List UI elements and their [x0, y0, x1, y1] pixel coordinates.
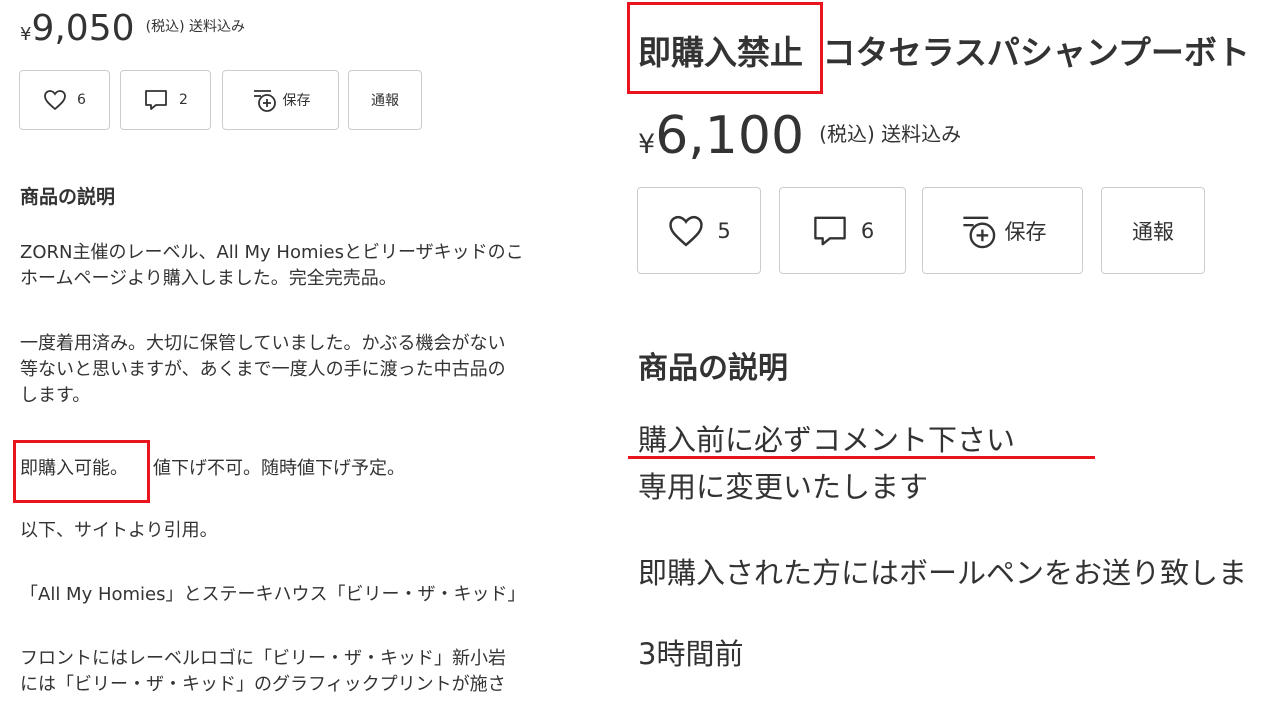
description-line: 以下、サイトより引用。	[20, 520, 218, 541]
title-text: コタセラスパシャンプーボト	[822, 33, 1250, 72]
price-amount: 9,050	[31, 8, 135, 49]
comment-button[interactable]: 2	[120, 70, 211, 130]
like-count: 5	[717, 218, 731, 243]
timestamp: 3時間前	[638, 637, 744, 671]
highlight-box	[13, 440, 150, 503]
price-amount: 6,100	[655, 106, 805, 166]
highlight-underline	[628, 456, 1095, 459]
description-line: には「ビリー・ザ・キッド」のグラフィックプリントが施さ	[20, 674, 506, 695]
save-button[interactable]: 保存	[222, 70, 339, 130]
save-label: 保存	[1004, 219, 1047, 244]
like-button[interactable]: 6	[19, 70, 110, 130]
like-count: 6	[77, 92, 86, 108]
description-line: します。	[20, 385, 91, 406]
currency-symbol: ¥	[20, 24, 32, 45]
comment-icon	[814, 216, 846, 245]
like-button[interactable]: 5	[637, 187, 761, 274]
left-listing-panel: ¥9,050 (税込) 送料込み 6 2 保存 通報 商品の説明 ZORN主催の…	[0, 0, 625, 720]
report-label: 通報	[371, 93, 399, 109]
report-button[interactable]: 通報	[1101, 187, 1205, 274]
price: ¥6,100 (税込) 送料込み	[638, 106, 961, 166]
heart-icon	[669, 215, 704, 247]
comment-count: 2	[179, 92, 188, 108]
save-label: 保存	[282, 93, 311, 109]
description-line: 一度着用済み。大切に保管していました。かぶる機会がない	[20, 333, 506, 354]
underlined-note: 購入前に必ずコメント下さい	[638, 423, 1016, 457]
tax-note: (税込) 送料込み	[819, 122, 962, 146]
price-note: 値下げ不可。随時値下げ予定。	[153, 458, 405, 479]
comment-icon	[145, 90, 167, 110]
price: ¥9,050 (税込) 送料込み	[20, 8, 245, 49]
currency-symbol: ¥	[638, 129, 656, 160]
description-line: 「All My Homies」とステーキハウス「ビリー・ザ・キッド」	[20, 584, 526, 605]
heart-icon	[44, 90, 66, 111]
description-line: ホームページより購入しました。完全完売品。	[20, 268, 397, 289]
description-line: ZORN主催のレーベル、All My Homiesとビリーザキッドのこ	[20, 242, 524, 263]
title-highlight-box	[627, 2, 823, 94]
description-line: 専用に変更いたします	[638, 470, 929, 504]
add-to-list-icon	[962, 216, 995, 248]
report-button[interactable]: 通報	[348, 70, 422, 130]
description-heading: 商品の説明	[20, 186, 116, 208]
report-label: 通報	[1132, 219, 1174, 244]
add-to-list-icon	[253, 90, 276, 112]
comment-button[interactable]: 6	[779, 187, 906, 274]
description-line: フロントにはレーベルロゴに「ビリー・ザ・キッド」新小岩	[20, 648, 506, 669]
right-listing-panel: 即購入禁止 コタセラスパシャンプーボト ¥6,100 (税込) 送料込み 5 6…	[625, 0, 1280, 720]
description-line: 等ないと思いますが、あくまで一度人の手に渡った中古品の	[20, 359, 506, 380]
description-heading: 商品の説明	[638, 351, 788, 386]
comment-count: 6	[860, 218, 875, 243]
tax-note: (税込) 送料込み	[145, 19, 245, 35]
save-button[interactable]: 保存	[922, 187, 1083, 274]
description-line: 即購入された方にはボールペンをお送り致しま	[638, 556, 1248, 590]
